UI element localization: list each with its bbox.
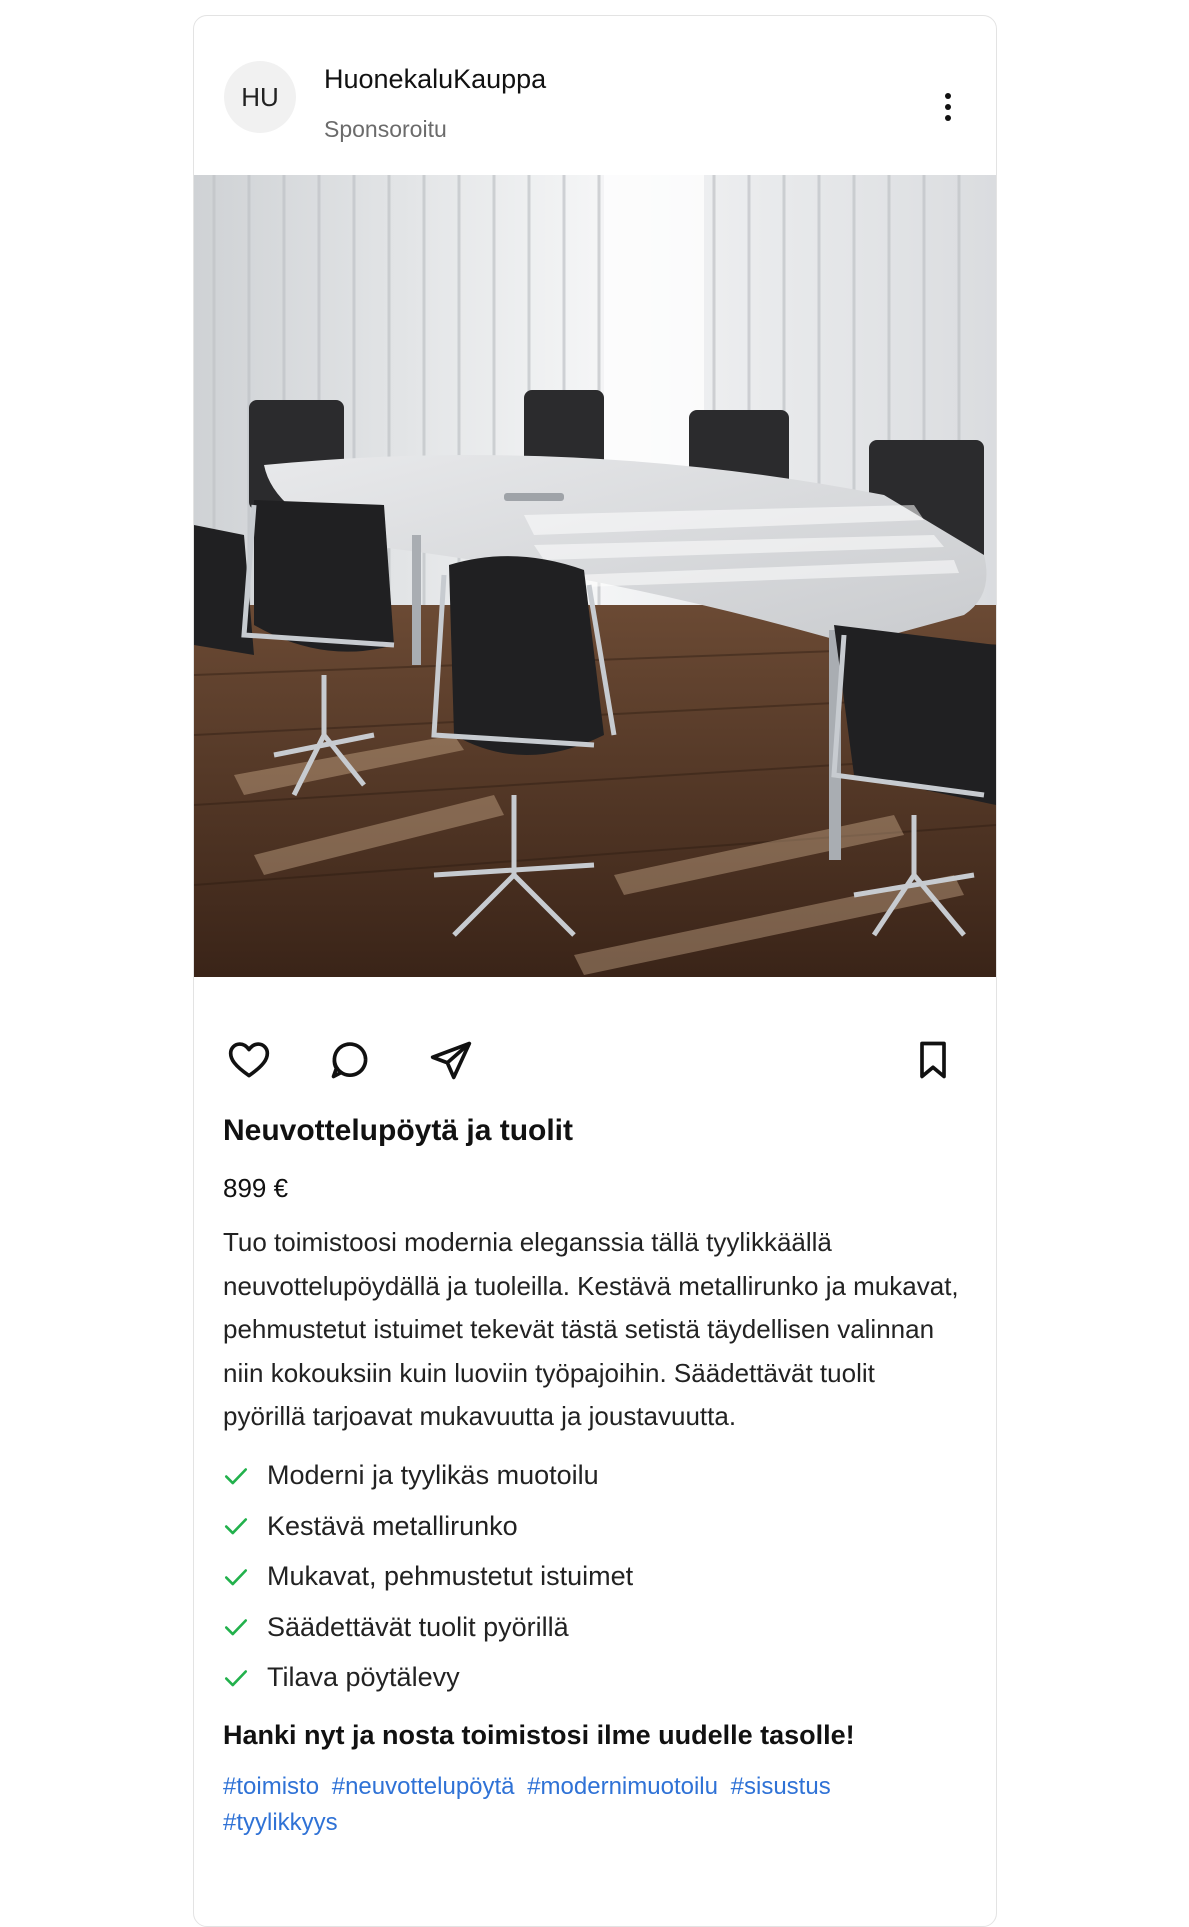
hashtags: #toimisto #neuvottelupöytä #modernimuoto…: [223, 1769, 963, 1841]
heart-icon: [228, 1042, 270, 1078]
feature-label: Kestävä metallirunko: [267, 1510, 518, 1541]
post-content: Neuvottelupöytä ja tuolit 899 € Tuo toim…: [223, 1111, 963, 1841]
feature-label: Tilava pöytälevy: [267, 1662, 460, 1693]
feature-item: Kestävä metallirunko: [223, 1501, 963, 1552]
check-icon: [224, 1568, 248, 1586]
share-button[interactable]: [428, 1037, 474, 1083]
feature-list: Moderni ja tyylikäs muotoilu Kestävä met…: [223, 1451, 963, 1704]
feature-item: Mukavat, pehmustetut istuimet: [223, 1552, 963, 1603]
check-icon: [224, 1518, 248, 1535]
feature-label: Säädettävät tuolit pyörillä: [267, 1611, 569, 1642]
hashtag-link[interactable]: #modernimuotoilu: [527, 1773, 718, 1800]
check-icon: [224, 1619, 248, 1636]
feature-item: Säädettävät tuolit pyörillä: [223, 1602, 963, 1653]
post-card: HU HuonekaluKauppa Sponsoroitu Neuvottel…: [193, 15, 997, 1927]
feature-label: Moderni ja tyylikäs muotoilu: [267, 1460, 599, 1491]
product-price: 899 €: [223, 1173, 289, 1203]
avatar[interactable]: HU: [224, 61, 296, 133]
feature-label: Mukavat, pehmustetut istuimet: [267, 1561, 634, 1592]
check-icon: [224, 1467, 248, 1485]
send-icon: [430, 1041, 472, 1080]
post-actions: [194, 977, 996, 1097]
username[interactable]: HuonekaluKauppa: [324, 64, 546, 95]
feature-item: Moderni ja tyylikäs muotoilu: [223, 1451, 963, 1502]
like-button[interactable]: [226, 1037, 272, 1083]
hashtag-link[interactable]: #sisustus: [731, 1773, 831, 1800]
more-vertical-icon: [945, 93, 951, 99]
check-icon: [224, 1669, 248, 1687]
hashtag-link[interactable]: #neuvottelupöytä: [332, 1773, 515, 1800]
hashtag-link[interactable]: #tyylikkyys: [223, 1809, 338, 1836]
product-photo[interactable]: [194, 175, 996, 977]
post-header: HU HuonekaluKauppa Sponsoroitu: [194, 16, 996, 175]
call-to-action: Hanki nyt ja nosta toimistosi ilme uudel…: [223, 1720, 855, 1750]
comment-button[interactable]: [327, 1037, 373, 1083]
product-title: Neuvottelupöytä ja tuolit: [223, 1114, 574, 1147]
more-options-button[interactable]: [934, 82, 962, 132]
sponsored-label: Sponsoroitu: [324, 116, 447, 142]
feature-item: Tilava pöytälevy: [223, 1653, 963, 1704]
hashtag-link[interactable]: #toimisto: [223, 1773, 319, 1800]
comment-icon: [331, 1042, 368, 1079]
conference-room-image: [194, 175, 996, 977]
bookmark-icon: [920, 1041, 946, 1079]
save-button[interactable]: [910, 1037, 956, 1083]
product-description: Tuo toimistoosi modernia eleganssia täll…: [223, 1227, 959, 1431]
